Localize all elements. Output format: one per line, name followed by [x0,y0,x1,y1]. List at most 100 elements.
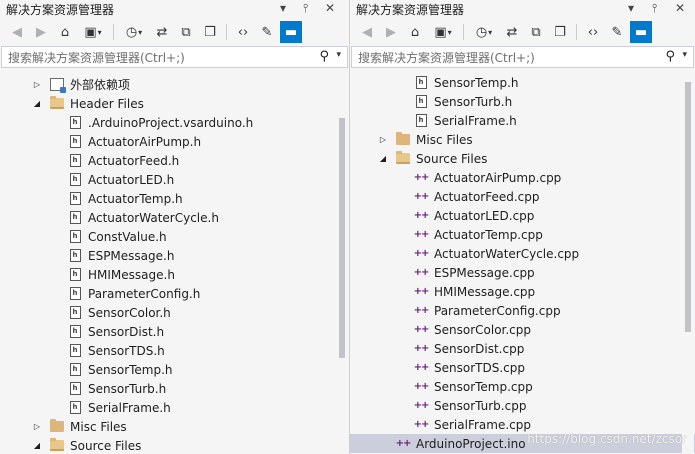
tree-item[interactable]: ▷ Misc Files [0,417,349,436]
solution-explorer-left: 解决方案资源管理器 ▾ ⫯ ✕ ◀ ▶ ⌂ ▣ ▾ ◷ ▾ ⇄ ⧉ ❐ ‹› ✎ ▬… [0,0,349,454]
tree-item[interactable]: h ActuatorAirPump.h [0,132,349,151]
tree-item[interactable]: ++ ActuatorAirPump.cpp [350,168,695,187]
tree-item[interactable]: ◢ Source Files [0,436,349,454]
tree-item-label: ActuatorAirPump.cpp [434,170,562,185]
scrollbar[interactable] [336,70,348,454]
collapse-arrow-icon[interactable]: ◢ [378,154,388,163]
home-icon[interactable]: ⌂ [404,21,426,43]
tree-item[interactable]: h SensorTurb.h [350,92,695,111]
view-code-icon[interactable]: ‹› [232,21,254,43]
tree-item[interactable]: ++ ESPMessage.cpp [350,263,695,282]
pin-icon[interactable]: ⫯ [303,1,308,16]
pin-icon[interactable]: ⫯ [652,1,657,16]
search-input[interactable]: 搜索解决方案资源管理器(Ctrl+;) ⚲ ▾ [351,46,694,68]
tree-item-label: ActuatorFeed.cpp [434,189,540,204]
properties-wrench-icon[interactable]: ✎ [606,21,628,43]
tree-item[interactable]: ▷ 外部依赖项 [0,75,349,94]
tree-item[interactable]: ++ SensorTurb.cpp [350,396,695,415]
close-icon[interactable]: ✕ [675,1,685,15]
tree-item[interactable]: ++ SensorColor.cpp [350,320,695,339]
tree-item[interactable]: h SensorTurb.h [0,379,349,398]
tree-item-label: SensorTemp.h [88,362,173,377]
expand-arrow-icon[interactable]: ▷ [32,80,42,89]
view-code-icon[interactable]: ‹› [582,21,604,43]
scrollbar-thumb[interactable] [339,118,345,358]
tree-item-label: Misc Files [70,419,127,434]
tree-item[interactable]: h SerialFrame.h [0,398,349,417]
sync-icon[interactable]: ⇄ [501,21,523,43]
switch-view-icon[interactable]: ▣ ▾ [428,21,458,43]
header-file-icon: h [414,76,428,90]
search-icon[interactable]: ⚲ [319,49,329,64]
history-icon[interactable]: ◷ ▾ [119,21,149,43]
panel-toolbar: ◀ ▶ ⌂ ▣ ▾ ◷ ▾ ⇄ ⧉ ❐ ‹› ✎ ▬ [350,18,695,46]
tree-item[interactable]: ++ SensorDist.cpp [350,339,695,358]
scrollbar[interactable] [682,70,694,454]
tree-item[interactable]: h ActuatorTemp.h [0,189,349,208]
tree-item[interactable]: ◢ Header Files [0,94,349,113]
tree-item[interactable]: ++ ActuatorTemp.cpp [350,225,695,244]
dropdown-icon[interactable]: ▾ [628,1,634,15]
tree-item[interactable]: h SensorDist.h [0,322,349,341]
dropdown-icon[interactable]: ▾ [280,1,286,15]
tree-item[interactable]: ++ HMIMessage.cpp [350,282,695,301]
scrollbar-thumb[interactable] [685,82,691,332]
collapse-arrow-icon[interactable]: ◢ [32,441,42,450]
search-options-icon[interactable]: ▾ [682,50,687,60]
tree-item[interactable]: ++ ParameterConfig.cpp [350,301,695,320]
collapse-arrow-icon[interactable]: ◢ [32,99,42,108]
tree-item[interactable]: h SensorTemp.h [350,73,695,92]
expand-arrow-icon[interactable]: ▷ [378,135,388,144]
tree-item-label: 外部依赖项 [70,78,131,92]
forward-icon[interactable]: ▶ [380,21,402,43]
tree-item[interactable]: h HMIMessage.h [0,265,349,284]
tree-item[interactable]: ▷ Misc Files [350,130,695,149]
ino-file-icon: ++ [395,438,412,449]
search-options-icon[interactable]: ▾ [336,50,341,60]
collapse-all-icon[interactable]: ⧉ [175,21,197,43]
search-icon[interactable]: ⚲ [665,49,675,64]
tree-item[interactable]: h .ArduinoProject.vsarduino.h [0,113,349,132]
tree-item-label: ParameterConfig.h [88,286,201,301]
collapse-all-icon[interactable]: ⧉ [525,21,547,43]
tree-item[interactable]: h ESPMessage.h [0,246,349,265]
tree-item[interactable]: ++ SensorTDS.cpp [350,358,695,377]
tree-item[interactable]: ++ ActuatorLED.cpp [350,206,695,225]
home-icon[interactable]: ⌂ [54,21,76,43]
back-icon[interactable]: ◀ [356,21,378,43]
tree-item[interactable]: h ParameterConfig.h [0,284,349,303]
tree-item[interactable]: h ActuatorLED.h [0,170,349,189]
solution-explorer-right: 解决方案资源管理器 ▾ ⫯ ✕ ◀ ▶ ⌂ ▣ ▾ ◷ ▾ ⇄ ⧉ ❐ ‹› ✎ ▬… [349,0,695,454]
tree-item-label: Misc Files [416,132,473,147]
open-folder-icon [396,151,410,166]
tree-item[interactable]: ++ SensorTemp.cpp [350,377,695,396]
switch-view-icon[interactable]: ▣ ▾ [78,21,108,43]
history-icon[interactable]: ◷ ▾ [469,21,499,43]
tree-item[interactable]: ++ ActuatorWaterCycle.cpp [350,244,695,263]
tree-item-label: ActuatorLED.h [88,172,175,187]
open-folder-icon [50,438,64,453]
cpp-file-icon: ++ [413,305,430,316]
tree-item[interactable]: h ActuatorFeed.h [0,151,349,170]
forward-icon[interactable]: ▶ [30,21,52,43]
tree-item[interactable]: h SerialFrame.h [350,111,695,130]
close-icon[interactable]: ✕ [325,1,335,15]
tree-item[interactable]: h ConstValue.h [0,227,349,246]
tree-item[interactable]: h SensorTDS.h [0,341,349,360]
preview-icon[interactable]: ▬ [280,21,302,43]
tree-item[interactable]: h SensorTemp.h [0,360,349,379]
tree-item[interactable]: h ActuatorWaterCycle.h [0,208,349,227]
tree-item-label: SensorTemp.h [434,75,519,90]
expand-arrow-icon[interactable]: ▷ [32,422,42,431]
tree-item[interactable]: ◢ Source Files [350,149,695,168]
tree-item[interactable]: h SensorColor.h [0,303,349,322]
show-all-files-icon[interactable]: ❐ [199,21,221,43]
sync-icon[interactable]: ⇄ [151,21,173,43]
back-icon[interactable]: ◀ [6,21,28,43]
tree-item[interactable]: ++ ActuatorFeed.cpp [350,187,695,206]
preview-icon[interactable]: ▬ [630,21,652,43]
properties-wrench-icon[interactable]: ✎ [256,21,278,43]
search-input[interactable]: 搜索解决方案资源管理器(Ctrl+;) ⚲ ▾ [1,46,348,68]
show-all-files-icon[interactable]: ❐ [549,21,571,43]
solution-tree: h SensorTemp.h h SensorTurb.h h SerialFrame.h… [350,70,695,454]
